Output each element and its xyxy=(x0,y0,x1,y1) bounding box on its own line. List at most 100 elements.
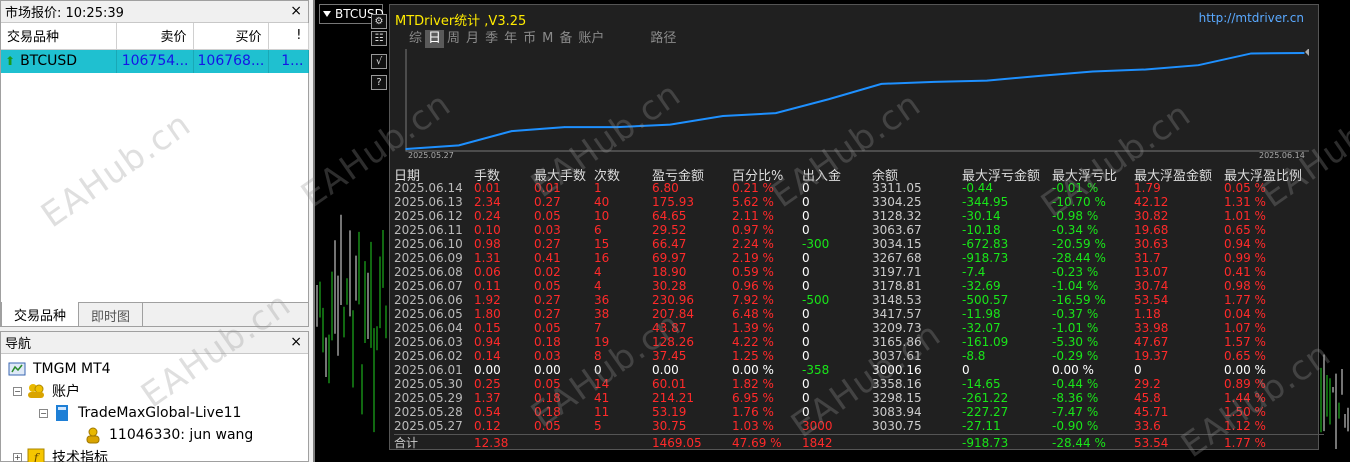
stats-row[interactable]: 2025.05.30 0.25 0.05 14 60.01 1.82 % 0 3358.16 -… xyxy=(394,377,1324,391)
close-icon[interactable]: × xyxy=(290,334,302,350)
stats-cell: 2025.06.14 xyxy=(394,181,463,195)
stats-cell: -1.01 % xyxy=(1052,321,1099,335)
stats-cell: 2.34 xyxy=(474,195,501,209)
check-icon[interactable]: √ xyxy=(371,54,387,69)
stats-cell: 69.97 xyxy=(652,251,687,265)
stats-row[interactable]: 2025.06.13 2.34 0.27 40 175.93 5.62 % 0 3304.25… xyxy=(394,195,1324,209)
quote-ask[interactable]: 106768... xyxy=(193,49,269,73)
tree-item-user[interactable]: 11046330: jun wang xyxy=(1,424,308,446)
tree-item-terminal[interactable]: TMGM MT4 xyxy=(1,358,308,380)
chart-window[interactable]: BTCUSD ⚙ ☷ √ ? MTDriver统计 ,V3.25 http://… xyxy=(313,0,1350,462)
stats-cell: 11 xyxy=(594,405,610,419)
stats-cell: 2025.05.27 xyxy=(394,419,463,433)
tab-symbols[interactable]: 交易品种 xyxy=(1,302,80,326)
period-tab[interactable]: 周 xyxy=(444,30,463,48)
stats-cell: 38 xyxy=(594,307,610,321)
stats-row[interactable]: 2025.06.05 1.80 0.27 38 207.84 6.48 % 0 3417.57… xyxy=(394,307,1324,321)
period-tab[interactable]: 月 xyxy=(463,30,482,48)
settings-icon[interactable]: ⚙ xyxy=(371,14,387,29)
stats-cell: 19.68 xyxy=(1134,223,1169,237)
tree-item-server[interactable]: − TradeMaxGlobal-Live11 xyxy=(1,402,308,424)
equity-point xyxy=(1039,75,1041,77)
quote-bid[interactable]: 106754... xyxy=(116,49,194,73)
stats-cell: -344.95 xyxy=(962,195,1009,209)
stats-cell: 33.98 xyxy=(1134,321,1169,335)
navigator-title: 导航 xyxy=(5,337,32,352)
stats-cell: 0.00 xyxy=(474,363,501,377)
stats-cell: 30.63 xyxy=(1134,237,1169,251)
close-icon[interactable]: × xyxy=(290,3,302,19)
stats-cell: 30.82 xyxy=(1134,209,1169,223)
stats-row[interactable]: 2025.05.29 1.37 0.18 41 214.21 6.95 % 0 3298.15… xyxy=(394,391,1324,405)
stats-row[interactable]: 2025.06.14 0.01 0.01 1 6.80 0.21 % 0 3311.05 -0.… xyxy=(394,181,1324,195)
stats-row[interactable]: 2025.06.02 0.14 0.03 8 37.45 1.25 % 0 3037.61 -8… xyxy=(394,349,1324,363)
stats-row[interactable]: 2025.06.04 0.15 0.05 7 43.87 1.39 % 0 3209.73 -3… xyxy=(394,321,1324,335)
stats-cell: 214.21 xyxy=(652,391,694,405)
tree-item-accounts[interactable]: − 账户 xyxy=(1,380,308,402)
col-spread[interactable]: ! xyxy=(268,23,309,50)
period-tab[interactable] xyxy=(607,30,647,48)
stats-cell: 0.65 % xyxy=(1224,223,1266,237)
stats-cell: 0 xyxy=(802,265,810,279)
quote-spread[interactable]: 1... xyxy=(268,49,309,73)
stats-cell: 0.27 xyxy=(534,293,561,307)
col-symbol[interactable]: 交易品种 xyxy=(1,23,117,50)
stats-row[interactable]: 2025.06.03 0.94 0.18 19 128.26 4.22 % 0 3165.86… xyxy=(394,335,1324,349)
stats-row[interactable]: 2025.06.07 0.11 0.05 4 30.28 0.96 % 0 3178.81 -3… xyxy=(394,279,1324,293)
stats-row[interactable]: 2025.06.08 0.06 0.02 4 18.90 0.59 % 0 3197.71 -7… xyxy=(394,265,1324,279)
stats-row[interactable]: 2025.06.09 1.31 0.41 16 69.97 2.19 % 0 3267.68 -… xyxy=(394,251,1324,265)
tab-tick-chart[interactable]: 即时图 xyxy=(79,303,144,326)
period-tab[interactable]: M xyxy=(539,30,556,48)
stats-cell: 0 xyxy=(802,405,810,419)
stats-row[interactable]: 2025.06.01 0.00 0.00 0 0.00 0.00 % -358 3000.16… xyxy=(394,363,1324,377)
stats-cell: 6 xyxy=(594,223,602,237)
collapse-icon[interactable]: − xyxy=(13,386,22,396)
collapse-icon[interactable]: − xyxy=(39,408,48,418)
expand-icon[interactable]: + xyxy=(13,452,22,462)
server-icon xyxy=(52,404,72,422)
layout-icon[interactable]: ☷ xyxy=(371,31,387,46)
tree-label-server: TradeMaxGlobal-Live11 xyxy=(78,405,242,421)
help-icon[interactable]: ? xyxy=(371,75,387,90)
stats-cell: 19.37 xyxy=(1134,349,1169,363)
stats-row[interactable]: 2025.05.28 0.54 0.18 11 53.19 1.76 % 0 3083.94 -… xyxy=(394,405,1324,419)
stats-cell: -0.44 % xyxy=(1052,377,1099,391)
indicator-icon: f xyxy=(26,448,46,462)
stats-cell: 3304.25 xyxy=(872,195,922,209)
quote-row[interactable]: ⬆ BTCUSD 106754... 106768... 1... xyxy=(1,49,309,73)
period-tab[interactable]: 季 xyxy=(482,30,501,48)
stats-cell: 1.50 % xyxy=(1224,405,1266,419)
period-tab[interactable]: 备 xyxy=(556,30,575,48)
stats-row[interactable]: 2025.06.06 1.92 0.27 36 230.96 7.92 % -500 3148… xyxy=(394,293,1324,307)
terminal-icon xyxy=(7,360,27,378)
tree-label-indicators: 技术指标 xyxy=(52,450,108,462)
stats-row[interactable]: 2025.05.27 0.12 0.05 5 30.75 1.03 % 3000 3030.7… xyxy=(394,419,1324,433)
period-tab[interactable]: 年 xyxy=(501,30,520,48)
period-tab[interactable]: 综 xyxy=(406,30,425,48)
col-ask[interactable]: 买价 xyxy=(193,23,269,50)
quote-symbol-cell[interactable]: ⬆ BTCUSD xyxy=(1,49,117,73)
stats-cell: 0.98 xyxy=(474,237,501,251)
stats-cell: 5 xyxy=(594,419,602,433)
stats-cell: 2.19 % xyxy=(732,251,774,265)
period-tab[interactable]: 币 xyxy=(520,30,539,48)
stats-cell: 15 xyxy=(594,237,610,251)
panel-url-link[interactable]: http://mtdriver.cn xyxy=(1199,11,1304,25)
tree-item-indicators[interactable]: + f 技术指标 xyxy=(1,446,308,462)
col-bid[interactable]: 卖价 xyxy=(116,23,194,50)
stats-row[interactable]: 2025.06.11 0.10 0.03 6 29.52 0.97 % 0 3063.67 -1… xyxy=(394,223,1324,237)
stats-cell: 0 xyxy=(802,321,810,335)
stats-cell: -10.18 xyxy=(962,223,1001,237)
equity-point xyxy=(827,98,830,101)
stats-total-row[interactable]: 合计 12.38 1469.05 47.69 % 1842 -918.73 -28.44 %… xyxy=(394,436,1324,450)
stats-row[interactable]: 2025.06.10 0.98 0.27 15 66.47 2.24 % -300 3034.… xyxy=(394,237,1324,251)
stats-cell: 0.14 xyxy=(474,349,501,363)
stats-cell: 3063.67 xyxy=(872,223,922,237)
period-tab[interactable]: 账户 xyxy=(575,30,607,48)
period-tab[interactable]: 日 xyxy=(425,30,445,48)
stats-cell: 8 xyxy=(594,349,602,363)
stats-row[interactable]: 2025.06.12 0.24 0.05 10 64.65 2.11 % 0 3128.32 -… xyxy=(394,209,1324,223)
price-up-icon: ⬆ xyxy=(5,54,16,69)
stats-cell: 43.87 xyxy=(652,321,687,335)
period-tab[interactable]: 路径 xyxy=(647,30,679,48)
